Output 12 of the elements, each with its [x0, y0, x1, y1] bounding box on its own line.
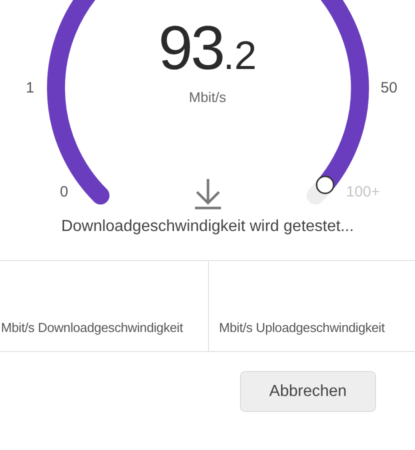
- speed-value: 93.2: [158, 16, 257, 85]
- scale-label: 50: [380, 80, 398, 96]
- scale-label: 1: [26, 80, 34, 96]
- cancel-button[interactable]: Abbrechen: [240, 371, 376, 412]
- gauge-thumb: [316, 176, 334, 194]
- speed-unit: Mbit/s: [188, 89, 226, 105]
- result-label: Mbit/s Uploadgeschwindigkeit: [219, 320, 385, 335]
- scale-label: 100+: [346, 184, 380, 200]
- scale-label: 0: [60, 184, 68, 200]
- download-icon: [193, 178, 223, 210]
- status-text: Downloadgeschwindigkeit wird getestet...: [60, 218, 355, 236]
- result-label: Mbit/s Downloadgeschwindigkeit: [1, 320, 183, 335]
